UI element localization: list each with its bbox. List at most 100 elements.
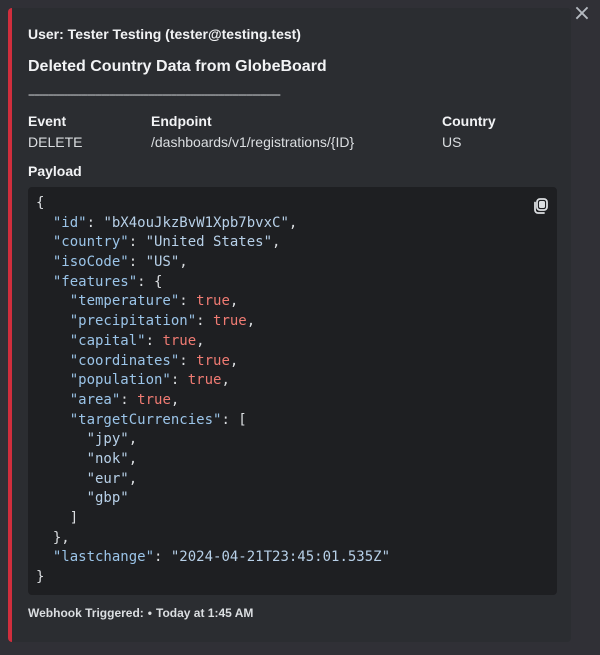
code-line: "lastchange": "2024-04-21T23:45:01.535Z" <box>36 548 390 568</box>
code-token: "country" <box>52 234 129 251</box>
code-token: true <box>213 313 247 330</box>
code-token: "isoCode" <box>52 254 129 271</box>
code-token: "eur" <box>86 470 129 487</box>
footer-timestamp: Today at 1:45 AM <box>156 606 254 620</box>
field-value: US <box>442 134 462 150</box>
embed-content: User: Tester Testing (tester@testing.tes… <box>28 25 558 621</box>
code-token: "temperature" <box>69 293 180 310</box>
code-line: "precipitation": true, <box>36 312 390 332</box>
code-token: "precipitation" <box>69 313 197 330</box>
code-token: "United States" <box>145 234 273 251</box>
field-value: DELETE <box>28 134 83 150</box>
code-token: , <box>170 391 180 408</box>
code-line: "coordinates": true, <box>36 352 390 372</box>
code-token: , <box>246 313 256 330</box>
code-token: , <box>229 293 239 310</box>
code-token: : <box>179 293 197 310</box>
code-token: "population" <box>69 372 171 389</box>
field-event: Event DELETE <box>28 112 82 151</box>
code-token: "targetCurrencies" <box>69 411 222 428</box>
code-token: "jpy" <box>86 431 129 448</box>
code-token: : <box>86 214 104 231</box>
code-token: ] <box>36 510 79 526</box>
code-token: { <box>36 195 45 211</box>
embed-title: Deleted Country Data from GlobeBoard <box>28 58 327 75</box>
code-token: "id" <box>52 214 87 231</box>
code-line: "targetCurrencies": [ <box>36 411 390 431</box>
payload-code-block: { "id": "bX4ouJkzBvW1Xpb7bvxC", "country… <box>28 187 557 595</box>
field-value: /dashboards/v1/registrations/{ID} <box>151 134 355 150</box>
code-line: "features": { <box>36 273 390 293</box>
code-line: "capital": true, <box>36 332 390 352</box>
code-token: }, <box>36 529 70 546</box>
code-token: : <box>120 391 138 408</box>
code-token: true <box>187 372 222 389</box>
code-token: "US" <box>145 254 180 271</box>
code-token: "2024-04-21T23:45:01.535Z" <box>170 549 391 566</box>
code-line: "area": true, <box>36 391 390 411</box>
code-token: true <box>196 352 230 369</box>
code-token: , <box>288 214 298 231</box>
code-token: , <box>229 352 239 369</box>
footer-separator: • <box>147 606 152 620</box>
code-token: "capital" <box>69 332 146 349</box>
webhook-embed: User: Tester Testing (tester@testing.tes… <box>8 8 571 642</box>
code-token: : <box>128 234 146 251</box>
code-line: "isoCode": "US", <box>36 253 390 273</box>
code-token: , <box>128 450 138 467</box>
code-line: "gbp" <box>36 489 390 509</box>
field-endpoint: Endpoint /dashboards/v1/registrations/{I… <box>151 112 354 151</box>
code-token: : <box>170 372 188 389</box>
code-token: : <box>154 549 171 566</box>
code-token: "lastchange" <box>52 549 155 566</box>
embed-divider: ----------------------------------------… <box>28 87 281 101</box>
copy-icon[interactable] <box>532 197 550 215</box>
code-token: : <box>128 254 146 271</box>
code-token: "area" <box>69 391 121 408</box>
footer-text: Webhook Triggered: <box>28 606 144 620</box>
field-name: Country <box>442 113 496 129</box>
code-token: true <box>137 391 171 408</box>
code-token: , <box>272 234 281 251</box>
code-token: } <box>36 569 45 586</box>
code-token: , <box>196 332 205 349</box>
code-line: "jpy", <box>36 430 390 450</box>
code-token: : { <box>137 273 163 290</box>
payload-label: Payload <box>28 163 82 179</box>
message-view: × User: Tester Testing (tester@testing.t… <box>0 0 600 655</box>
embed-footer: Webhook Triggered: • Today at 1:45 AM <box>28 605 558 621</box>
code-line: "eur", <box>36 470 390 490</box>
field-name: Event <box>28 113 67 129</box>
code-token: true <box>162 332 197 349</box>
code-token: : <box>196 313 214 330</box>
code-token: "coordinates" <box>69 352 180 369</box>
code-line: "nok", <box>36 450 390 470</box>
code-token: "nok" <box>86 450 129 467</box>
code-line: { <box>36 194 390 214</box>
code-line: "id": "bX4ouJkzBvW1Xpb7bvxC", <box>36 214 390 234</box>
code-token: : <box>145 332 163 349</box>
code-token: "bX4ouJkzBvW1Xpb7bvxC" <box>103 214 289 231</box>
embed-fields: Event DELETE Endpoint /dashboards/v1/reg… <box>28 112 558 154</box>
payload-code: { "id": "bX4ouJkzBvW1Xpb7bvxC", "country… <box>36 194 390 588</box>
code-token: true <box>196 293 230 310</box>
field-name: Endpoint <box>151 113 212 129</box>
code-token: , <box>128 470 138 487</box>
close-icon[interactable]: × <box>572 3 592 25</box>
code-line: ] <box>36 509 390 529</box>
code-line: "country": "United States", <box>36 233 390 253</box>
field-country: Country US <box>442 112 496 151</box>
